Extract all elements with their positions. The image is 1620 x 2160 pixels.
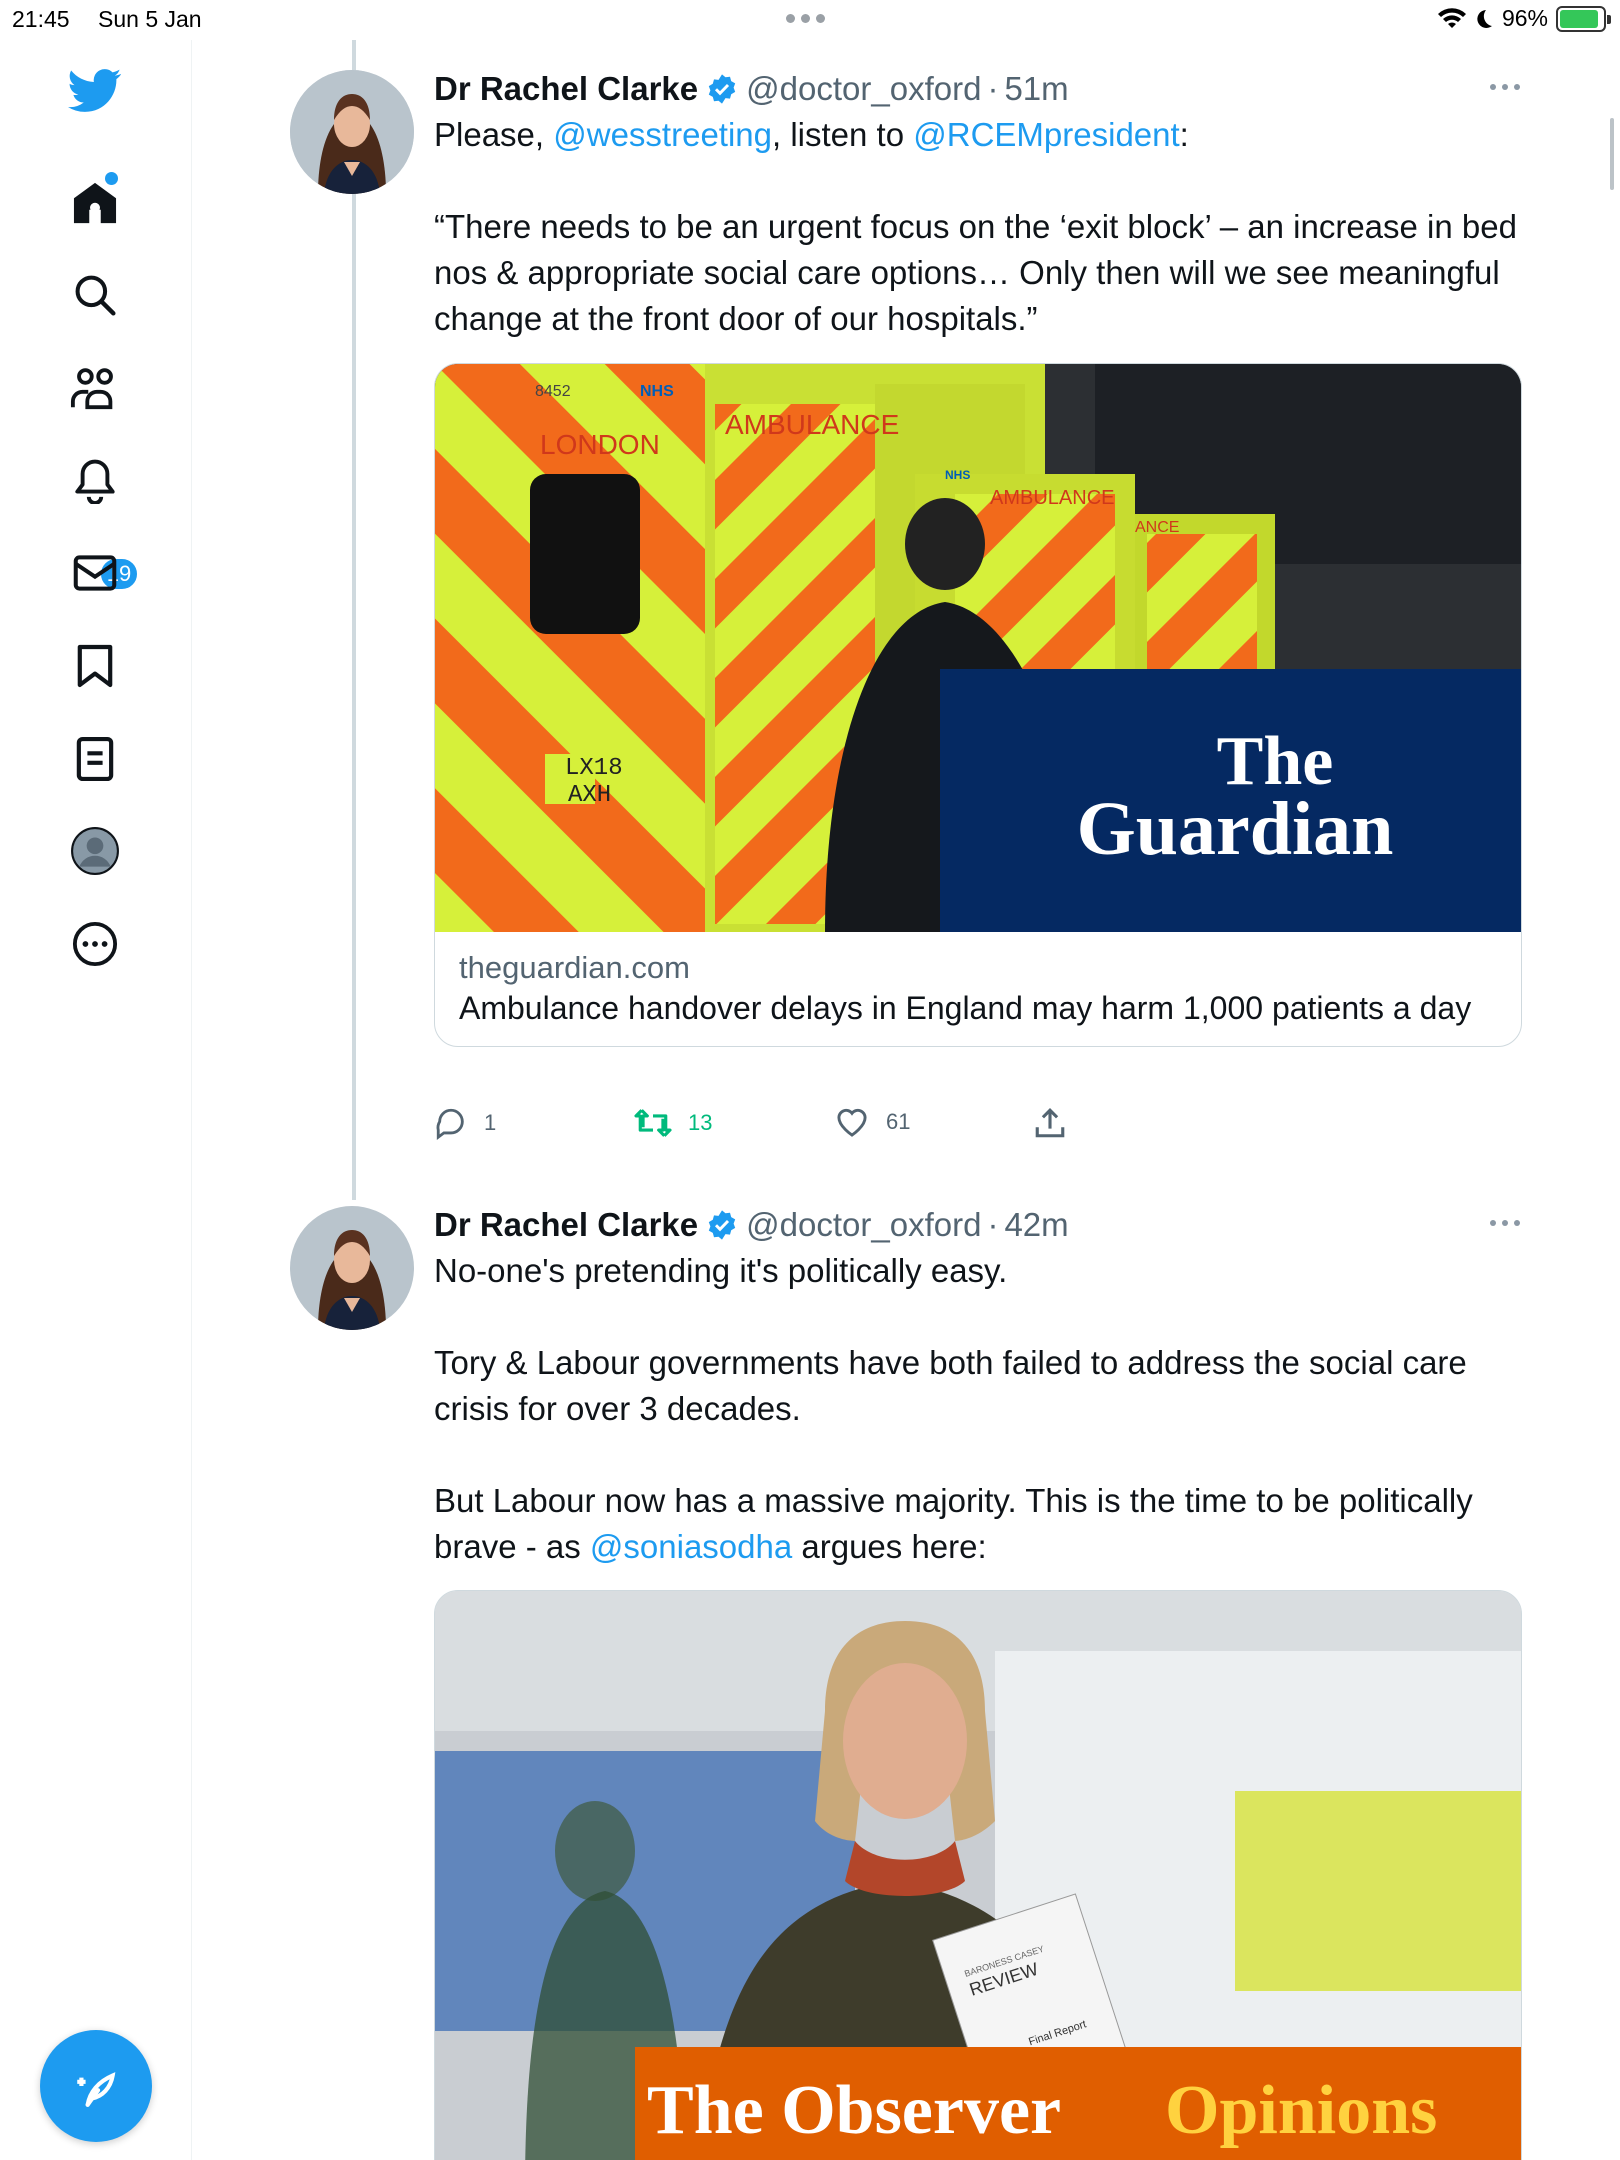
header-separator: · xyxy=(987,70,999,107)
status-right: 96% xyxy=(1437,5,1611,32)
card-meta: theguardian.com Ambulance handover delay… xyxy=(435,932,1521,1046)
mention-link[interactable]: @RCEMpresident xyxy=(913,116,1179,153)
compose-feather-icon xyxy=(77,2072,116,2107)
image-text-plate-bottom: AXH xyxy=(568,782,611,809)
home-icon[interactable] xyxy=(60,168,130,238)
reply-count: 1 xyxy=(484,1110,497,1135)
more-options-icon[interactable] xyxy=(60,909,130,979)
notifications-bell-icon[interactable] xyxy=(60,446,130,516)
author-avatar[interactable] xyxy=(290,1206,414,1330)
link-card-guardian[interactable]: LONDON AMBULANCE 8452 NHS LX18 AXH AMBUL… xyxy=(434,363,1522,1047)
retweet-button[interactable]: 13 xyxy=(634,1106,712,1140)
link-card-observer[interactable]: BARONESS CASEY REVIEW Final Report The O… xyxy=(434,1590,1522,2160)
like-count: 61 xyxy=(886,1109,911,1134)
retweet-icon xyxy=(634,1109,672,1137)
multitasking-dots[interactable] xyxy=(786,14,825,23)
author-handle[interactable]: @doctor_oxford xyxy=(746,70,981,108)
image-text-plate-top: LX18 xyxy=(565,755,623,782)
reply-button[interactable]: 1 xyxy=(434,1106,496,1140)
twitter-logo-icon[interactable] xyxy=(60,56,130,126)
status-date: Sun 5 Jan xyxy=(98,6,202,32)
heart-icon xyxy=(837,1108,867,1137)
scrollbar-thumb[interactable] xyxy=(1610,118,1614,190)
image-text-nhs-2: NHS xyxy=(945,468,970,482)
image-text-fleet: 8452 xyxy=(535,383,571,400)
verified-badge-icon xyxy=(708,74,736,104)
home-new-dot xyxy=(105,172,118,185)
tweet-1[interactable]: Dr Rachel Clarke @doctor_oxford · 51m Pl… xyxy=(290,70,1530,1150)
like-button[interactable]: 61 xyxy=(834,1106,910,1138)
author-name[interactable]: Dr Rachel Clarke xyxy=(434,70,698,108)
verified-badge-icon xyxy=(708,1210,736,1240)
image-text-nhs: NHS xyxy=(640,383,674,400)
tweet-actions: 1 13 61 xyxy=(434,1106,1134,1146)
share-icon xyxy=(1035,1108,1065,1138)
tweet-text: Please, @wesstreeting, listen to @RCEMpr… xyxy=(434,112,1524,342)
observer-logo: The Observer xyxy=(647,2072,1061,2149)
guardian-logo-line2: Guardian xyxy=(1077,787,1394,871)
tweet-header: Dr Rachel Clarke @doctor_oxford · 51m xyxy=(434,70,1069,108)
status-time: 21:45 xyxy=(12,6,70,32)
reply-icon xyxy=(436,1108,464,1140)
tweet-paragraph-2: Tory & Labour governments have both fail… xyxy=(434,1344,1467,1427)
communities-icon[interactable] xyxy=(60,353,130,423)
moon-icon xyxy=(1477,9,1492,28)
messages-mail-icon[interactable] xyxy=(60,538,130,608)
tweet-paragraph-1: No-one's pretending it's politically eas… xyxy=(434,1252,1008,1289)
author-handle[interactable]: @doctor_oxford xyxy=(746,1206,981,1244)
card-domain: theguardian.com xyxy=(459,950,690,985)
status-bar: 21:45 Sun 5 Jan 96% xyxy=(0,0,1620,40)
image-text-ambulance-2: AMBULANCE xyxy=(990,487,1114,509)
mention-link[interactable]: @soniasodha xyxy=(590,1528,792,1565)
observer-opinions: Opinions xyxy=(1165,2072,1437,2149)
compose-tweet-button[interactable] xyxy=(40,2030,152,2142)
profile-avatar-icon[interactable] xyxy=(60,816,130,886)
tweet-quote-text: “There needs to be an urgent focus on th… xyxy=(434,208,1517,337)
card-image-ambulances: LONDON AMBULANCE 8452 NHS LX18 AXH AMBUL… xyxy=(435,364,1521,932)
tweet-text: No-one's pretending it's politically eas… xyxy=(434,1248,1524,1570)
tweet-more-icon[interactable] xyxy=(1490,84,1520,90)
header-separator: · xyxy=(987,1206,999,1243)
wifi-icon xyxy=(1437,7,1466,28)
share-button[interactable] xyxy=(1034,1106,1066,1140)
sidebar: 19 xyxy=(0,40,192,2160)
image-text-ance: ANCE xyxy=(1135,519,1179,536)
image-text-ambulance: AMBULANCE xyxy=(725,409,899,440)
mention-link[interactable]: @wesstreeting xyxy=(553,116,772,153)
tweet-timestamp[interactable]: 42m xyxy=(1004,1206,1068,1244)
author-avatar[interactable] xyxy=(290,70,414,194)
battery-icon xyxy=(1556,5,1611,32)
card-image-observer: BARONESS CASEY REVIEW Final Report The O… xyxy=(435,1591,1521,2160)
image-text-london: LONDON xyxy=(540,429,660,460)
search-icon[interactable] xyxy=(60,260,130,330)
tweet-timestamp[interactable]: 51m xyxy=(1004,70,1068,108)
author-name[interactable]: Dr Rachel Clarke xyxy=(434,1206,698,1244)
tweet-header: Dr Rachel Clarke @doctor_oxford · 42m xyxy=(434,1206,1069,1244)
bookmark-icon[interactable] xyxy=(60,631,130,701)
tweet-2[interactable]: Dr Rachel Clarke @doctor_oxford · 42m No… xyxy=(290,1206,1530,2160)
retweet-count: 13 xyxy=(688,1110,713,1135)
tweet-more-icon[interactable] xyxy=(1490,1220,1520,1226)
lists-icon[interactable] xyxy=(60,724,130,794)
battery-percent: 96% xyxy=(1501,5,1548,31)
card-title: Ambulance handover delays in England may… xyxy=(459,990,1472,1026)
